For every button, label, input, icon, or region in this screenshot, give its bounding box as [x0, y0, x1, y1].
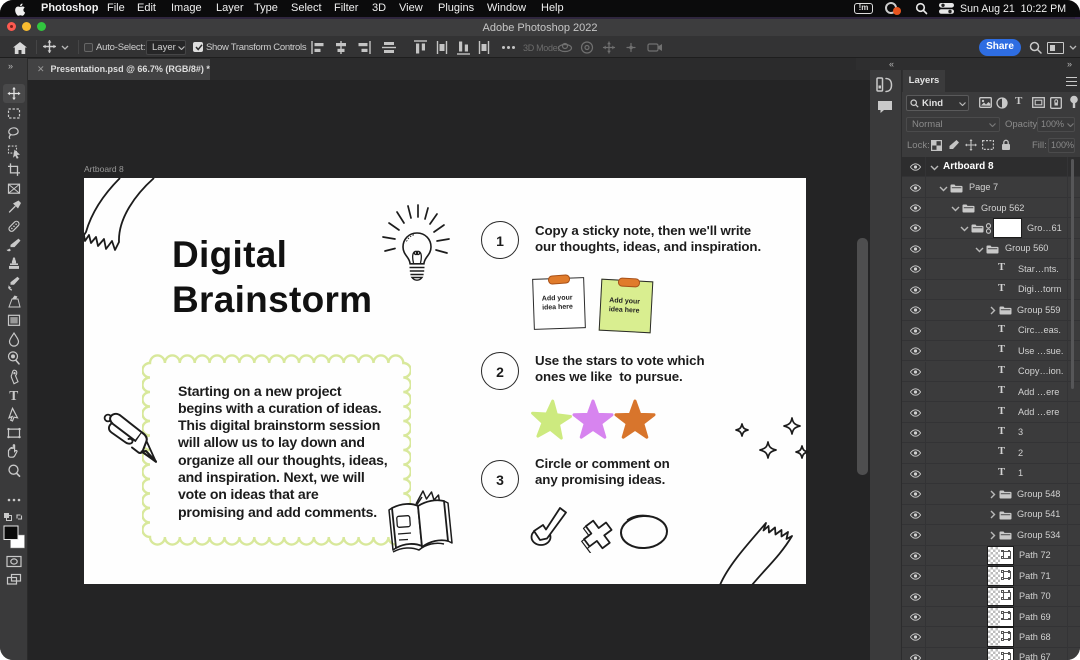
- svg-text:T: T: [9, 388, 18, 403]
- svg-text:»: »: [8, 61, 13, 71]
